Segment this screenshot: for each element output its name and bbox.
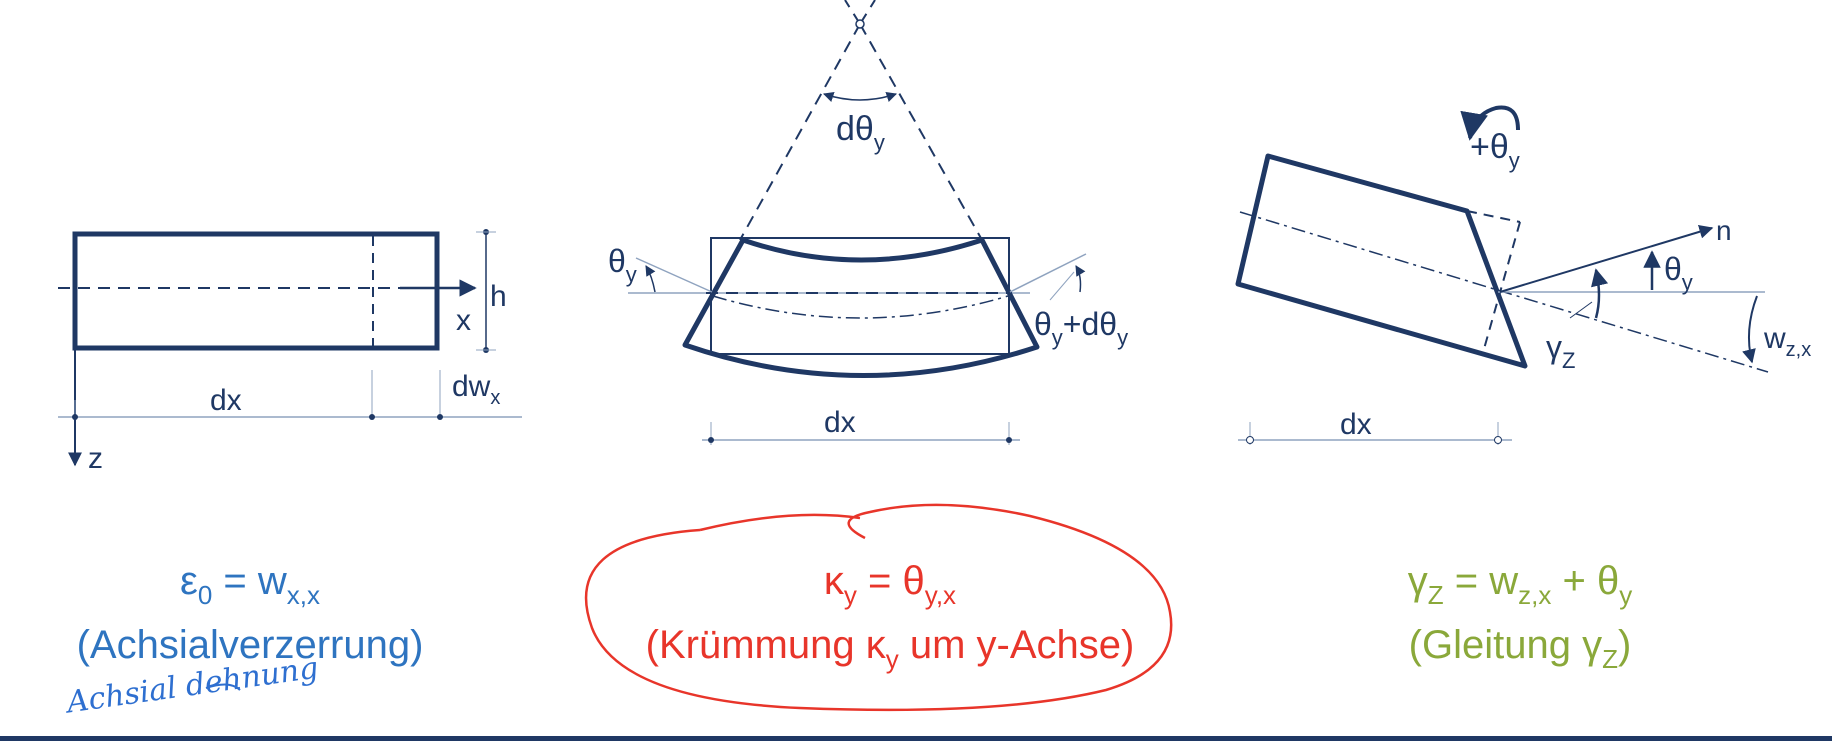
dx-label: dx [210, 384, 242, 417]
height-label: h [490, 280, 507, 313]
beam-element-rect [72, 231, 440, 351]
theta-right-ref-line [1009, 253, 1087, 293]
n-label: n [1716, 215, 1732, 246]
dim-dot-left [72, 414, 78, 420]
theta-label: θy [1664, 251, 1693, 295]
theta-right-arc [1075, 265, 1086, 293]
deformed-element-outline [682, 237, 1040, 378]
dw-label: dwx [452, 370, 500, 409]
curved-centerline [712, 295, 1009, 319]
theta-left-ref-line [635, 257, 713, 293]
shear-equation: γZ = wz,x + θy [1407, 559, 1633, 610]
dx-label: dx [824, 406, 856, 439]
dim-dot-left [708, 437, 714, 443]
formula-shear: γZ = wz,x + θy (Gleitung γZ) [1330, 556, 1710, 684]
axial-strain-equation: ε0 = wx,x [179, 559, 321, 610]
dim-dot-left [1246, 436, 1254, 444]
dim-dot-mid [369, 414, 375, 420]
theta-right-leader [1049, 271, 1075, 301]
formula-curvature: κy = θy,x (Krümmung κy um y-Achse) [600, 556, 1180, 684]
x-axis-label: x [456, 304, 471, 337]
curvature-caption: (Krümmung κy um y-Achse) [645, 623, 1135, 674]
dim-dot-right [1006, 437, 1012, 443]
formula-axial-strain: ε0 = wx,x (Achsialverzerrung) [40, 556, 460, 670]
theta-left-arc [645, 265, 656, 293]
undeformed-element-rect [710, 237, 1010, 355]
figure-shear: +θy n θy γZ wz,x dx [1235, 105, 1811, 445]
bottom-divider-bar [0, 736, 1832, 741]
theta-left-label: θy [608, 243, 637, 287]
dim-dot-right [437, 414, 443, 420]
gamma-arc [1591, 268, 1609, 319]
figure-axial-strain: x h z dx dwx [58, 229, 522, 475]
shear-caption: (Gleitung γZ) [1408, 623, 1632, 674]
theta-right-label: θy+dθy [1034, 306, 1128, 350]
dx-label: dx [1340, 408, 1372, 441]
dim-dot-right [1494, 436, 1502, 444]
rotation-label: +θy [1470, 128, 1520, 173]
dtheta-angle-arc [823, 92, 897, 102]
wzx-label: wz,x [1763, 322, 1811, 361]
apex-point [855, 19, 865, 29]
sheared-element-outline [1235, 153, 1528, 369]
dashed-section-top [1466, 210, 1521, 223]
z-axis-label: z [88, 442, 103, 475]
dtheta-label: dθy [836, 110, 885, 155]
gamma-label: γZ [1546, 329, 1575, 373]
curvature-equation: κy = θy,x [823, 559, 957, 610]
wzx-arc [1742, 295, 1758, 364]
figure-curvature: dθy θy θy+dθy dx [608, 0, 1128, 445]
